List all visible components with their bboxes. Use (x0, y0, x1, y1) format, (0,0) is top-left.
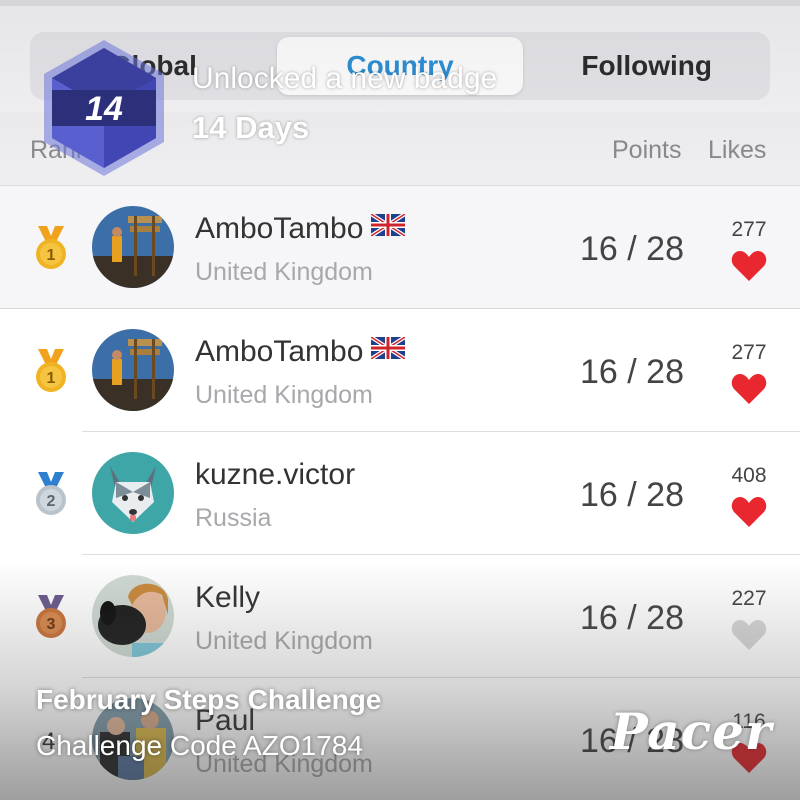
pacer-logo: Pacer (610, 702, 773, 761)
rank-number: 1 (47, 370, 56, 387)
user-name: Kelly (195, 581, 261, 614)
avatar[interactable] (92, 575, 174, 657)
likes-count: 277 (731, 218, 767, 241)
user-name: AmboTambo (195, 212, 406, 246)
likes-count: 408 (731, 464, 767, 487)
leaderboard-row-self[interactable]: 1 AmboTambo United Kingdom 16 / 28 277 (0, 186, 800, 309)
user-country: United Kingdom (195, 627, 373, 655)
likes-count: 227 (731, 587, 767, 610)
badge-unlocked-title: Unlocked a new badge (192, 62, 498, 95)
heart-icon[interactable] (731, 373, 767, 405)
rank-number: 3 (47, 616, 56, 633)
uk-flag-icon (371, 214, 406, 236)
points-value: 16 / 28 (580, 476, 684, 514)
points-value: 16 / 28 (580, 230, 684, 268)
badge-unlocked-subtitle: 14 Days (192, 110, 310, 145)
avatar[interactable] (92, 329, 174, 411)
heart-icon[interactable] (731, 496, 767, 528)
rank-number: 2 (47, 493, 56, 510)
leaderboard-row[interactable]: 1 AmboTambo United Kingdom 16 / 28 277 (0, 309, 800, 432)
user-country: United Kingdom (195, 258, 373, 286)
likes-count: 277 (731, 341, 767, 364)
points-column-header: Points (612, 136, 682, 164)
user-name: kuzne.victor (195, 458, 356, 491)
heart-icon[interactable] (731, 250, 767, 282)
user-country: Russia (195, 504, 272, 532)
leaderboard-row[interactable]: 2 kuzne.victor Russia 16 / 28 408 (0, 432, 800, 555)
gold-medal-icon: 1 (36, 226, 66, 269)
challenge-title: February Steps Challenge (36, 684, 382, 715)
user-country: United Kingdom (195, 381, 373, 409)
leaderboard-row[interactable]: 3 Kelly United Kingdom 16 / 28 227 (0, 555, 800, 678)
gold-medal-icon: 1 (36, 349, 66, 392)
likes-column-header: Likes (708, 136, 767, 164)
challenge-code: Challenge Code AZO1784 (36, 730, 363, 761)
points-value: 16 / 28 (580, 599, 684, 637)
rank-number: 1 (47, 247, 56, 264)
uk-flag-icon (371, 337, 406, 359)
user-name: AmboTambo (195, 335, 406, 369)
tab-following[interactable]: Following (523, 32, 770, 100)
avatar[interactable] (92, 206, 174, 288)
heart-outline-icon[interactable] (731, 619, 767, 651)
bronze-medal-icon: 3 (36, 595, 66, 638)
points-value: 16 / 28 (580, 353, 684, 391)
avatar[interactable] (92, 452, 174, 534)
badge-14-days-icon: 14 (44, 40, 164, 176)
silver-medal-icon: 2 (36, 472, 66, 515)
badge-number: 14 (85, 90, 123, 128)
